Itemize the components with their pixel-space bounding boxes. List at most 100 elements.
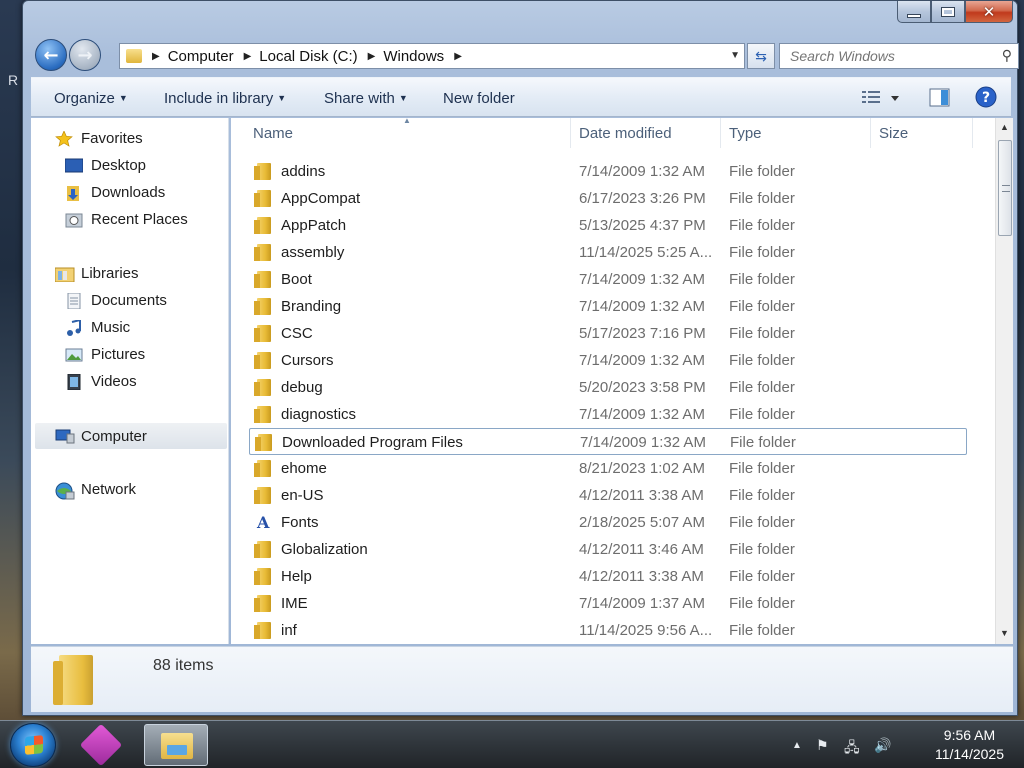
breadcrumb-chevron-icon[interactable]: ▶ — [244, 51, 252, 62]
table-row[interactable]: inf 11/14/2025 9:56 A... File folder — [249, 617, 967, 644]
file-name: Boot — [281, 271, 312, 288]
file-type: File folder — [729, 541, 795, 558]
close-icon: ✕ — [982, 2, 996, 21]
breadcrumb-chevron-icon[interactable]: ▶ — [454, 51, 462, 62]
table-row[interactable]: Branding 7/14/2009 1:32 AM File folder — [249, 293, 967, 320]
taskbar-app-button[interactable] — [76, 723, 140, 767]
table-row[interactable]: A Fonts 2/18/2025 5:07 AM File folder — [249, 509, 967, 536]
minimize-button[interactable] — [897, 1, 931, 23]
table-row[interactable]: Boot 7/14/2009 1:32 AM File folder — [249, 266, 967, 293]
vertical-scrollbar[interactable]: ▲ ▼ — [995, 118, 1013, 644]
breadcrumb-computer[interactable]: Computer — [168, 48, 234, 65]
folder-icon — [254, 217, 271, 234]
sidebar-item-downloads[interactable]: Downloads — [65, 184, 165, 201]
breadcrumb-local-disk[interactable]: Local Disk (C:) — [259, 48, 357, 65]
folder-icon — [254, 271, 271, 288]
help-button[interactable]: ? — [975, 86, 997, 112]
file-name: inf — [281, 622, 297, 639]
table-row[interactable]: assembly 11/14/2025 5:25 A... File folder — [249, 239, 967, 266]
sidebar-item-music[interactable]: Music — [65, 318, 130, 336]
scroll-up-arrow-icon[interactable]: ▲ — [1000, 122, 1009, 132]
table-row[interactable]: Cursors 7/14/2009 1:32 AM File folder — [249, 347, 967, 374]
search-icon[interactable]: ⚲ — [1002, 47, 1012, 64]
breadcrumb-chevron-icon[interactable]: ▶ — [152, 51, 160, 62]
address-history-dropdown-icon[interactable]: ▼ — [730, 50, 740, 61]
search-input[interactable] — [790, 48, 990, 64]
include-in-library-button[interactable]: Include in library ▼ — [164, 90, 286, 107]
start-button[interactable] — [10, 723, 56, 767]
new-folder-button[interactable]: New folder — [443, 90, 515, 107]
system-clock[interactable]: 9:56 AM 11/14/2025 — [935, 726, 1004, 764]
file-name: en-US — [281, 487, 324, 504]
address-bar[interactable]: ▶ Computer ▶ Local Disk (C:) ▶ Windows ▶… — [119, 43, 745, 69]
table-row[interactable]: AppCompat 6/17/2023 3:26 PM File folder — [249, 185, 967, 212]
refresh-button[interactable]: ⇆ — [747, 43, 775, 69]
table-row[interactable]: IME 7/14/2009 1:37 AM File folder — [249, 590, 967, 617]
scroll-down-arrow-icon[interactable]: ▼ — [1000, 628, 1009, 638]
desktop-icon-label-fragment: R — [8, 72, 19, 88]
column-header-name[interactable]: Name ▲ — [231, 118, 571, 148]
network-status-icon[interactable]: 🖧 — [844, 737, 860, 761]
svg-text:?: ? — [982, 90, 990, 106]
sidebar-item-pictures[interactable]: Pictures — [65, 346, 145, 363]
file-type: File folder — [729, 271, 795, 288]
sidebar-item-favorites[interactable]: Favorites — [55, 129, 143, 147]
back-arrow-icon: ← — [43, 44, 59, 66]
sidebar-item-recent-places[interactable]: Recent Places — [65, 211, 188, 228]
column-header-date-modified[interactable]: Date modified — [571, 118, 721, 148]
maximize-button[interactable] — [931, 1, 965, 23]
table-row[interactable]: AppPatch 5/13/2025 4:37 PM File folder — [249, 212, 967, 239]
column-header-label: Date modified — [579, 124, 672, 142]
sidebar-item-videos[interactable]: Videos — [65, 373, 137, 390]
search-box[interactable]: ⚲ — [779, 43, 1019, 69]
sidebar-item-label: Downloads — [91, 184, 166, 201]
file-date-modified: 4/12/2011 3:38 AM — [579, 568, 704, 585]
navigation-bar: ← → ▶ Computer ▶ Local Disk (C:) ▶ Windo… — [33, 37, 1019, 75]
table-row[interactable]: Help 4/12/2011 3:38 AM File folder — [249, 563, 967, 590]
taskbar: ▲ ⚑ 🖧 🔊 9:56 AM 11/14/2025 — [0, 720, 1024, 768]
table-row[interactable]: diagnostics 7/14/2009 1:32 AM File folder — [249, 401, 967, 428]
taskbar-explorer-button[interactable] — [144, 724, 208, 766]
column-header-size[interactable]: Size — [871, 118, 973, 148]
file-date-modified: 4/12/2011 3:46 AM — [579, 541, 704, 558]
table-row[interactable]: CSC 5/17/2023 7:16 PM File folder — [249, 320, 967, 347]
share-with-button[interactable]: Share with ▼ — [324, 90, 408, 107]
sidebar-item-network[interactable]: Network — [55, 481, 136, 499]
documents-icon — [65, 292, 83, 309]
folder-icon — [53, 655, 93, 705]
table-row[interactable]: Globalization 4/12/2011 3:46 AM File folde… — [249, 536, 967, 563]
scrollbar-thumb[interactable] — [998, 140, 1012, 236]
app-logo-icon — [79, 723, 123, 767]
table-row[interactable]: ehome 8/21/2023 1:02 AM File folder — [249, 455, 967, 482]
back-button[interactable]: ← — [35, 39, 67, 71]
forward-arrow-icon: → — [77, 44, 93, 66]
show-hidden-icons-icon[interactable]: ▲ — [792, 740, 802, 751]
file-type: File folder — [729, 190, 795, 207]
action-center-flag-icon[interactable]: ⚑ — [816, 737, 829, 754]
table-row[interactable]: en-US 4/12/2011 3:38 AM File folder — [249, 482, 967, 509]
table-row[interactable]: addins 7/14/2009 1:32 AM File folder — [249, 158, 967, 185]
table-row[interactable]: Downloaded Program Files 7/14/2009 1:32 A… — [249, 428, 967, 455]
breadcrumb-chevron-icon[interactable]: ▶ — [368, 51, 376, 62]
volume-muted-icon[interactable]: 🔊 — [874, 737, 891, 754]
forward-button[interactable]: → — [69, 39, 101, 71]
file-date-modified: 11/14/2025 9:56 A... — [579, 622, 713, 639]
desktop-icon — [64, 158, 84, 174]
sidebar-item-libraries[interactable]: Libraries — [54, 265, 139, 282]
sidebar-item-desktop[interactable]: Desktop — [64, 157, 146, 174]
sidebar-item-documents[interactable]: Documents — [65, 292, 167, 309]
table-row[interactable]: debug 5/20/2023 3:58 PM File folder — [249, 374, 967, 401]
explorer-folder-icon — [161, 733, 193, 759]
folder-icon — [254, 244, 271, 261]
sidebar-item-computer[interactable]: Computer — [35, 423, 227, 449]
close-button[interactable]: ✕ — [965, 1, 1013, 23]
file-type: File folder — [729, 487, 795, 504]
details-pane: 88 items — [31, 646, 1013, 712]
file-name: Globalization — [281, 541, 368, 558]
organize-menu-button[interactable]: Organize ▼ — [54, 90, 128, 107]
breadcrumb-windows[interactable]: Windows — [383, 48, 444, 65]
preview-pane-button[interactable] — [929, 88, 951, 112]
file-date-modified: 2/18/2025 5:07 AM — [579, 514, 705, 531]
change-view-button[interactable] — [861, 88, 901, 112]
column-header-type[interactable]: Type — [721, 118, 871, 148]
